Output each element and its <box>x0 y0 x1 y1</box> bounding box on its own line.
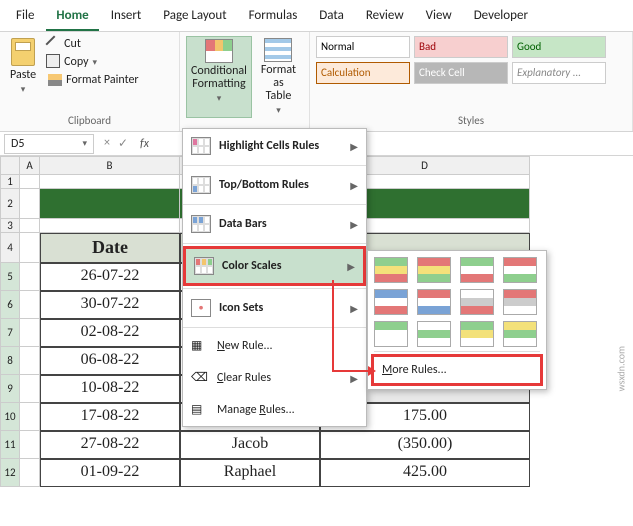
chevron-right-icon: ▶ <box>350 302 358 315</box>
cut-button[interactable]: Cut <box>46 36 141 52</box>
menu-icon-sets[interactable]: Icon Sets▶ <box>183 291 366 325</box>
ribbon: Paste ▾ Cut Copy▾ Format Painter Clipboa… <box>0 32 633 132</box>
tab-home[interactable]: Home <box>46 4 98 31</box>
cancel-formula-button[interactable]: × <box>104 136 110 151</box>
cell-style-good[interactable]: Good <box>512 36 606 58</box>
tab-page-layout[interactable]: Page Layout <box>153 4 236 31</box>
chevron-right-icon: ▶ <box>350 179 358 192</box>
select-all-corner[interactable] <box>0 156 20 175</box>
row-header[interactable]: 9 <box>0 375 20 403</box>
color-scale-option[interactable] <box>460 321 494 347</box>
cell-style-explanatory[interactable]: Explanatory ... <box>512 62 606 84</box>
col-header-a[interactable]: A <box>20 156 40 175</box>
row-header[interactable]: 4 <box>0 233 20 263</box>
menu-top-bottom-rules[interactable]: Top/Bottom Rules▶ <box>183 168 366 202</box>
menu-new-rule[interactable]: ▦ New Rule... <box>183 330 366 362</box>
watermark: wsxdn.com <box>614 346 627 391</box>
chevron-right-icon: ▶ <box>350 372 358 385</box>
row-header[interactable]: 1 <box>0 175 20 189</box>
row-header[interactable]: 2 <box>0 189 20 219</box>
chevron-down-icon: ▾ <box>82 138 87 149</box>
conditional-formatting-button[interactable]: Conditional Formatting ▾ <box>186 36 252 118</box>
conditional-formatting-icon <box>205 39 233 63</box>
color-scales-submenu: More Rules... <box>367 250 547 390</box>
highlight-rules-icon <box>191 137 211 155</box>
enter-formula-button[interactable]: ✓ <box>118 136 128 151</box>
table-icon <box>264 38 292 62</box>
menu-data-bars[interactable]: Data Bars▶ <box>183 207 366 241</box>
chevron-right-icon: ▶ <box>350 140 358 153</box>
chevron-right-icon: ▶ <box>350 218 358 231</box>
chevron-right-icon: ▶ <box>347 260 355 273</box>
top-bottom-icon <box>191 176 211 194</box>
row-header[interactable]: 11 <box>0 431 20 459</box>
row-header[interactable]: 12 <box>0 459 20 487</box>
paste-label: Paste <box>10 68 36 82</box>
paste-icon <box>11 38 35 66</box>
chevron-down-icon: ▾ <box>276 105 281 116</box>
row-header[interactable]: 5 <box>0 263 20 291</box>
format-as-table-button[interactable]: Format as Table ▾ <box>254 36 303 118</box>
color-scales-icon <box>194 257 214 275</box>
annotation-arrow <box>332 370 374 372</box>
cell-style-normal[interactable]: Normal <box>316 36 410 58</box>
conditional-formatting-menu: Highlight Cells Rules▶ Top/Bottom Rules▶… <box>182 128 367 427</box>
color-scale-option[interactable] <box>417 321 451 347</box>
row-header[interactable]: 6 <box>0 291 20 319</box>
group-clipboard-label: Clipboard <box>6 112 173 129</box>
color-scale-option[interactable] <box>417 289 451 315</box>
new-rule-icon: ▦ <box>191 338 209 354</box>
color-scale-option[interactable] <box>503 257 537 283</box>
name-box[interactable]: D5▾ <box>4 134 94 154</box>
tab-developer[interactable]: Developer <box>464 4 538 31</box>
chevron-down-icon: ▾ <box>21 84 26 95</box>
paste-button[interactable]: Paste ▾ <box>6 36 40 97</box>
row-header[interactable]: 7 <box>0 319 20 347</box>
color-scale-option[interactable] <box>374 257 408 283</box>
row-header[interactable]: 10 <box>0 403 20 431</box>
group-styles-label: Styles <box>316 112 626 129</box>
copy-button[interactable]: Copy▾ <box>46 54 141 70</box>
color-scale-option[interactable] <box>417 257 451 283</box>
copy-icon <box>48 56 60 68</box>
fx-button[interactable]: fx <box>134 137 155 151</box>
color-scale-option[interactable] <box>460 257 494 283</box>
menu-more-rules[interactable]: More Rules... <box>371 354 543 386</box>
scissors-icon <box>46 36 63 53</box>
format-painter-button[interactable]: Format Painter <box>46 72 141 88</box>
clear-rules-icon: ⌫ <box>191 370 209 386</box>
menu-highlight-cells-rules[interactable]: Highlight Cells Rules▶ <box>183 129 366 163</box>
data-bars-icon <box>191 215 211 233</box>
menu-color-scales[interactable]: Color Scales▶ <box>183 246 366 286</box>
cell-style-calculation[interactable]: Calculation <box>316 62 410 84</box>
tab-insert[interactable]: Insert <box>101 4 152 31</box>
icon-sets-icon <box>191 299 211 317</box>
ribbon-tabs: File Home Insert Page Layout Formulas Da… <box>0 0 633 32</box>
tab-review[interactable]: Review <box>356 4 414 31</box>
chevron-down-icon: ▾ <box>217 93 222 104</box>
color-scale-option[interactable] <box>460 289 494 315</box>
color-scale-option[interactable] <box>503 289 537 315</box>
tab-file[interactable]: File <box>6 4 44 31</box>
cell-style-check-cell[interactable]: Check Cell <box>414 62 508 84</box>
col-header-b[interactable]: B <box>40 156 180 175</box>
menu-manage-rules[interactable]: ▤ Manage Rules... <box>183 394 366 426</box>
tab-view[interactable]: View <box>416 4 462 31</box>
annotation-arrow <box>332 280 334 370</box>
color-scale-option[interactable] <box>503 321 537 347</box>
row-header[interactable]: 8 <box>0 347 20 375</box>
color-scale-option[interactable] <box>374 289 408 315</box>
menu-clear-rules[interactable]: ⌫ Clear Rules▶ <box>183 362 366 394</box>
manage-rules-icon: ▤ <box>191 402 209 418</box>
tab-formulas[interactable]: Formulas <box>239 4 308 31</box>
tab-data[interactable]: Data <box>309 4 354 31</box>
row-header[interactable]: 3 <box>0 219 20 233</box>
color-scale-option[interactable] <box>374 321 408 347</box>
paintbrush-icon <box>48 74 62 86</box>
cell-style-bad[interactable]: Bad <box>414 36 508 58</box>
